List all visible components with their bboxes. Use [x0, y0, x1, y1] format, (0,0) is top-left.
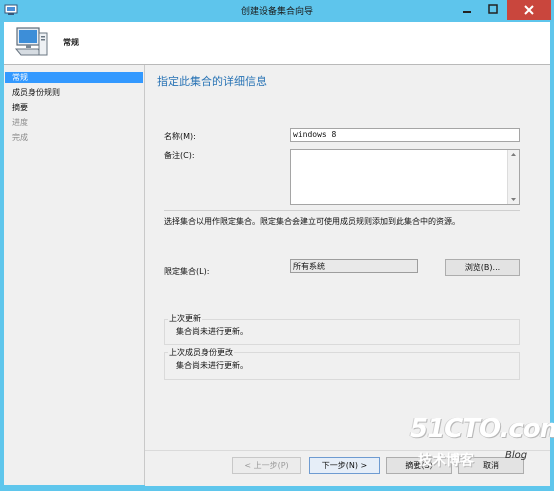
scroll-down-icon — [511, 198, 516, 201]
sidebar-item-label: 完成 — [12, 133, 28, 142]
name-label: 名称(M): — [164, 132, 196, 141]
sidebar-item-summary[interactable]: 摘要 — [5, 102, 143, 113]
watermark-logo: 51CTO.com — [410, 414, 554, 444]
sidebar-item-label: 进度 — [12, 118, 28, 127]
comment-label: 备注(C): — [164, 151, 195, 160]
limiting-collection-label: 限定集合(L): — [164, 267, 210, 276]
content-panel — [145, 65, 550, 450]
last-update-text: 集合尚未进行更新。 — [176, 327, 248, 336]
comment-field[interactable] — [290, 149, 520, 205]
sidebar-item-general[interactable]: 常规 — [5, 72, 143, 83]
page-title: 指定此集合的详细信息 — [157, 75, 267, 88]
minimize-button[interactable] — [454, 0, 480, 20]
close-icon — [524, 5, 534, 15]
last-membership-change-legend: 上次成员身份更改 — [168, 347, 234, 358]
wizard-header: 常规 — [4, 22, 550, 64]
scroll-up-icon — [511, 153, 516, 156]
close-button[interactable] — [507, 0, 551, 20]
watermark-blog: Blog — [505, 450, 528, 461]
sidebar-item-label: 摘要 — [12, 103, 28, 112]
limiting-collection-field: 所有系统 — [290, 259, 418, 273]
comment-scrollbar[interactable] — [507, 150, 519, 204]
last-update-legend: 上次更新 — [168, 313, 202, 324]
computer-icon — [13, 25, 49, 63]
header-title: 常规 — [63, 38, 79, 47]
watermark-tagline: 技术博客 — [418, 453, 474, 469]
browse-button[interactable]: 浏览(B)... — [445, 259, 520, 276]
limiting-description: 选择集合以用作限定集合。限定集合会建立可使用成员规则添加到此集合中的资源。 — [164, 217, 460, 226]
sidebar-item-label: 常规 — [12, 73, 28, 82]
divider — [164, 210, 520, 211]
wizard-steps-sidebar: 常规 成员身份规则 摘要 进度 完成 — [4, 65, 145, 485]
maximize-button[interactable] — [480, 0, 506, 20]
sidebar-item-membership-rules[interactable]: 成员身份规则 — [5, 87, 143, 98]
sidebar-item-completion: 完成 — [5, 132, 143, 143]
sidebar-item-label: 成员身份规则 — [12, 88, 60, 97]
name-field[interactable]: windows 8 — [290, 128, 520, 142]
next-button[interactable]: 下一步(N) > — [309, 457, 380, 474]
last-membership-change-text: 集合尚未进行更新。 — [176, 361, 248, 370]
sidebar-item-progress: 进度 — [5, 117, 143, 128]
previous-button[interactable]: < 上一步(P) — [232, 457, 301, 474]
